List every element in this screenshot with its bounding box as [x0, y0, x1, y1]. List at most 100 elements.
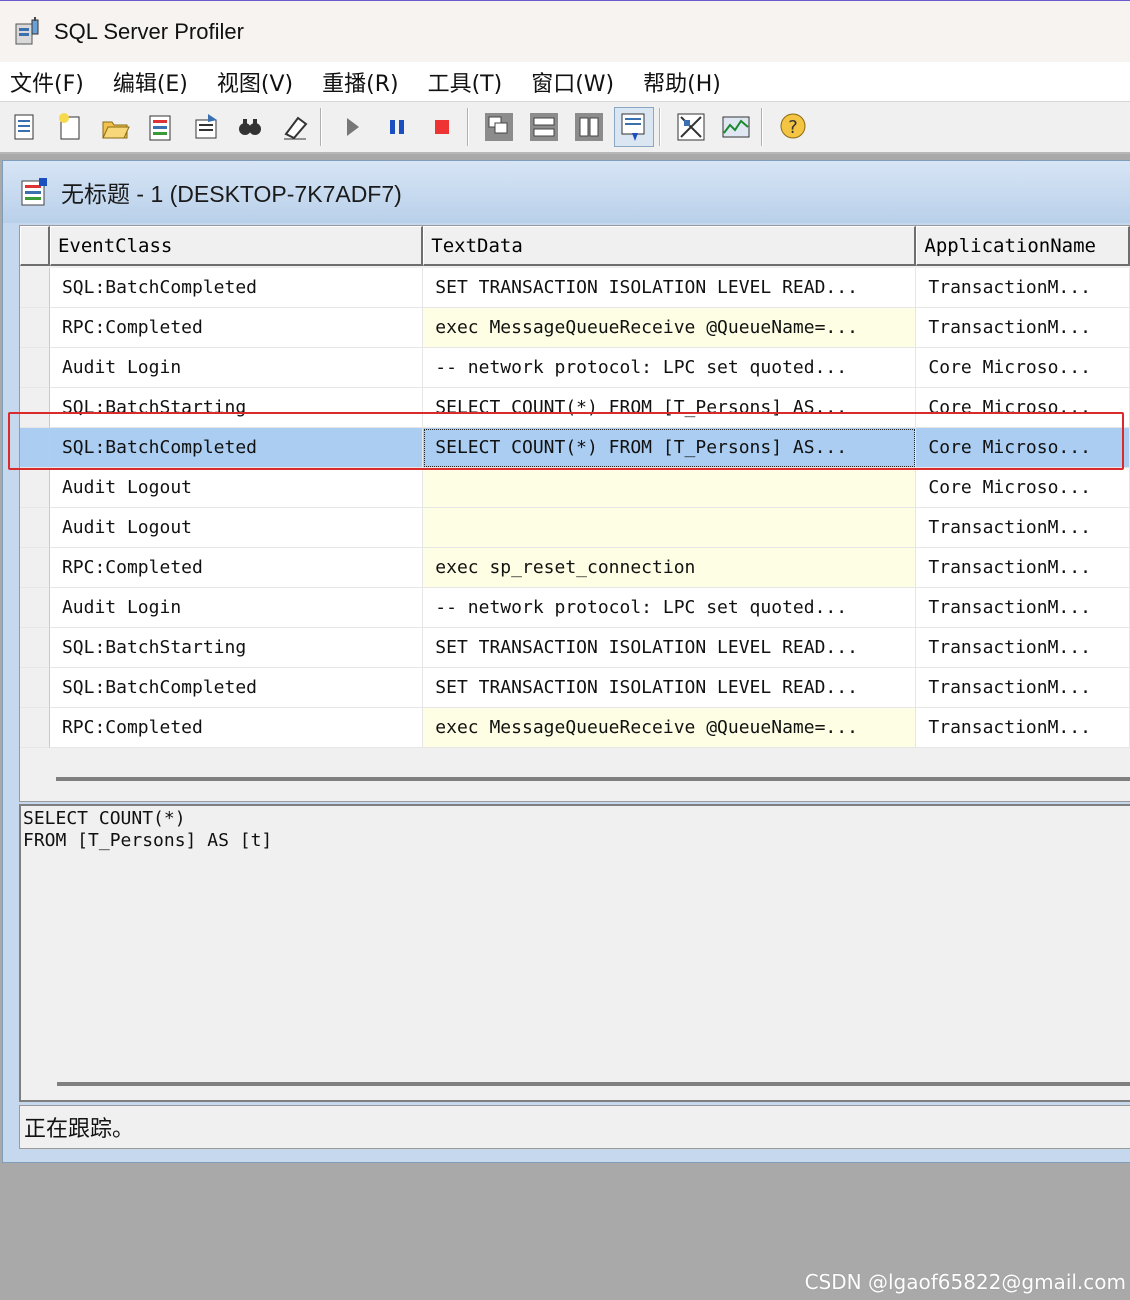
cell-applicationname[interactable]: Core Microso... [916, 428, 1130, 468]
textdata-content: SELECT COUNT(*) FROM [T_Persons] AS [t] [23, 808, 273, 851]
stop-icon[interactable] [422, 107, 462, 147]
table-row[interactable]: RPC:Completed exec MessageQueueReceive @Q… [20, 708, 1130, 748]
tile-icon[interactable] [524, 107, 564, 147]
properties-icon[interactable] [140, 107, 180, 147]
template-properties-icon[interactable] [185, 107, 225, 147]
toolbar-separator [320, 108, 322, 146]
cell-applicationname[interactable]: TransactionM... [916, 708, 1130, 748]
trace-window-header: 无标题 - 1 (DESKTOP-7K7ADF7) [3, 161, 1130, 223]
cell-eventclass[interactable]: SQL:BatchStarting [49, 388, 424, 428]
row-header[interactable] [20, 628, 50, 668]
cell-applicationname[interactable]: TransactionM... [916, 628, 1130, 668]
status-bar: 正在跟踪。 [19, 1105, 1130, 1149]
table-row[interactable]: Audit Login -- network protocol: LPC set … [20, 348, 1130, 388]
auto-scroll-icon[interactable] [569, 107, 609, 147]
grid-horizontal-scrollbar[interactable] [56, 777, 1130, 781]
clear-icon[interactable] [275, 107, 315, 147]
cell-eventclass[interactable]: Audit Logout [49, 468, 424, 508]
cell-textdata[interactable]: SELECT COUNT(*) FROM [T_Persons] AS... [423, 388, 917, 428]
row-header[interactable] [20, 348, 50, 388]
cell-textdata[interactable]: exec sp_reset_connection [423, 548, 917, 588]
table-row[interactable]: RPC:Completed exec MessageQueueReceive @Q… [20, 308, 1130, 348]
cell-textdata[interactable]: -- network protocol: LPC set quoted... [423, 348, 917, 388]
perfmon-icon[interactable] [716, 107, 756, 147]
trace-document-icon [19, 176, 51, 208]
cell-textdata[interactable]: exec MessageQueueReceive @QueueName=... [423, 308, 917, 348]
help-icon[interactable]: ? [773, 107, 813, 147]
cell-textdata[interactable]: SET TRANSACTION ISOLATION LEVEL READ... [423, 668, 917, 708]
run-icon[interactable] [332, 107, 372, 147]
table-row[interactable]: Audit Logout TransactionM... [20, 508, 1130, 548]
row-header[interactable] [20, 708, 50, 748]
cell-eventclass[interactable]: RPC:Completed [49, 308, 424, 348]
cell-applicationname[interactable]: TransactionM... [916, 588, 1130, 628]
cell-eventclass[interactable]: SQL:BatchCompleted [49, 268, 424, 308]
menu-help[interactable]: 帮助(H) [643, 66, 721, 98]
row-header[interactable] [20, 308, 50, 348]
column-header-applicationname[interactable]: ApplicationName [916, 226, 1130, 266]
cascade-icon[interactable] [479, 107, 519, 147]
cell-textdata[interactable]: SET TRANSACTION ISOLATION LEVEL READ... [423, 628, 917, 668]
textpane-horizontal-scrollbar[interactable] [57, 1082, 1130, 1086]
row-header[interactable] [20, 668, 50, 708]
table-row[interactable]: RPC:Completed exec sp_reset_connection Tra… [20, 548, 1130, 588]
row-header[interactable] [20, 548, 50, 588]
menu-file[interactable]: 文件(F) [10, 66, 84, 98]
cell-eventclass[interactable]: Audit Logout [49, 508, 424, 548]
cell-textdata[interactable]: -- network protocol: LPC set quoted... [423, 588, 917, 628]
cell-textdata[interactable] [423, 508, 917, 548]
cell-eventclass[interactable]: RPC:Completed [49, 548, 424, 588]
cell-applicationname[interactable]: Core Microso... [916, 468, 1130, 508]
open-icon[interactable] [95, 107, 135, 147]
cell-applicationname[interactable]: Core Microso... [916, 348, 1130, 388]
menu-tools[interactable]: 工具(T) [428, 66, 503, 98]
cell-applicationname[interactable]: Core Microso... [916, 388, 1130, 428]
table-row[interactable]: SQL:BatchStarting SET TRANSACTION ISOLATI… [20, 628, 1130, 668]
cell-applicationname[interactable]: TransactionM... [916, 268, 1130, 308]
column-header-textdata[interactable]: TextData [423, 226, 917, 266]
cell-applicationname[interactable]: TransactionM... [916, 508, 1130, 548]
menu-window[interactable]: 窗口(W) [531, 66, 614, 98]
row-header[interactable] [20, 268, 50, 308]
column-header-eventclass[interactable]: EventClass [49, 226, 424, 266]
activity-monitor-icon[interactable] [671, 107, 711, 147]
new-trace-icon[interactable] [5, 107, 45, 147]
cell-textdata[interactable]: SET TRANSACTION ISOLATION LEVEL READ... [423, 268, 917, 308]
menu-edit[interactable]: 编辑(E) [113, 66, 188, 98]
table-row[interactable]: SQL:BatchStarting SELECT COUNT(*) FROM [T… [20, 388, 1130, 428]
cell-eventclass[interactable]: Audit Login [49, 588, 424, 628]
row-header[interactable] [20, 468, 50, 508]
new-template-icon[interactable] [50, 107, 90, 147]
menu-replay[interactable]: 重播(R) [322, 66, 398, 98]
table-row[interactable]: SQL:BatchCompleted SELECT COUNT(*) FROM [… [20, 428, 1130, 468]
find-icon[interactable] [230, 107, 270, 147]
toolbar-separator [659, 108, 661, 146]
cell-textdata[interactable]: SELECT COUNT(*) FROM [T_Persons] AS... [423, 428, 917, 468]
cell-applicationname[interactable]: TransactionM... [916, 308, 1130, 348]
cell-applicationname[interactable]: TransactionM... [916, 548, 1130, 588]
cell-applicationname[interactable]: TransactionM... [916, 668, 1130, 708]
row-header[interactable] [20, 388, 50, 428]
cell-eventclass[interactable]: SQL:BatchStarting [49, 628, 424, 668]
cell-textdata[interactable]: exec MessageQueueReceive @QueueName=... [423, 708, 917, 748]
table-row[interactable]: SQL:BatchCompleted SET TRANSACTION ISOLAT… [20, 268, 1130, 308]
toolbar-separator [467, 108, 469, 146]
cell-eventclass[interactable]: RPC:Completed [49, 708, 424, 748]
table-row[interactable]: SQL:BatchCompleted SET TRANSACTION ISOLAT… [20, 668, 1130, 708]
scroll-trace-icon[interactable] [614, 107, 654, 147]
toolbar: ? [0, 102, 1130, 154]
cell-textdata[interactable] [423, 468, 917, 508]
row-header[interactable] [20, 588, 50, 628]
pause-icon[interactable] [377, 107, 417, 147]
cell-eventclass[interactable]: SQL:BatchCompleted [49, 428, 424, 468]
row-header[interactable] [20, 428, 50, 468]
textdata-pane[interactable]: SELECT COUNT(*) FROM [T_Persons] AS [t] [19, 804, 1130, 1102]
trace-grid[interactable]: EventClass TextData ApplicationName SQL:… [19, 225, 1130, 802]
table-row[interactable]: Audit Login -- network protocol: LPC set … [20, 588, 1130, 628]
cell-eventclass[interactable]: Audit Login [49, 348, 424, 388]
menu-view[interactable]: 视图(V) [217, 66, 293, 98]
table-row[interactable]: Audit Logout Core Microso... [20, 468, 1130, 508]
grid-rows: SQL:BatchCompleted SET TRANSACTION ISOLAT… [20, 268, 1130, 748]
cell-eventclass[interactable]: SQL:BatchCompleted [49, 668, 424, 708]
row-header[interactable] [20, 508, 50, 548]
